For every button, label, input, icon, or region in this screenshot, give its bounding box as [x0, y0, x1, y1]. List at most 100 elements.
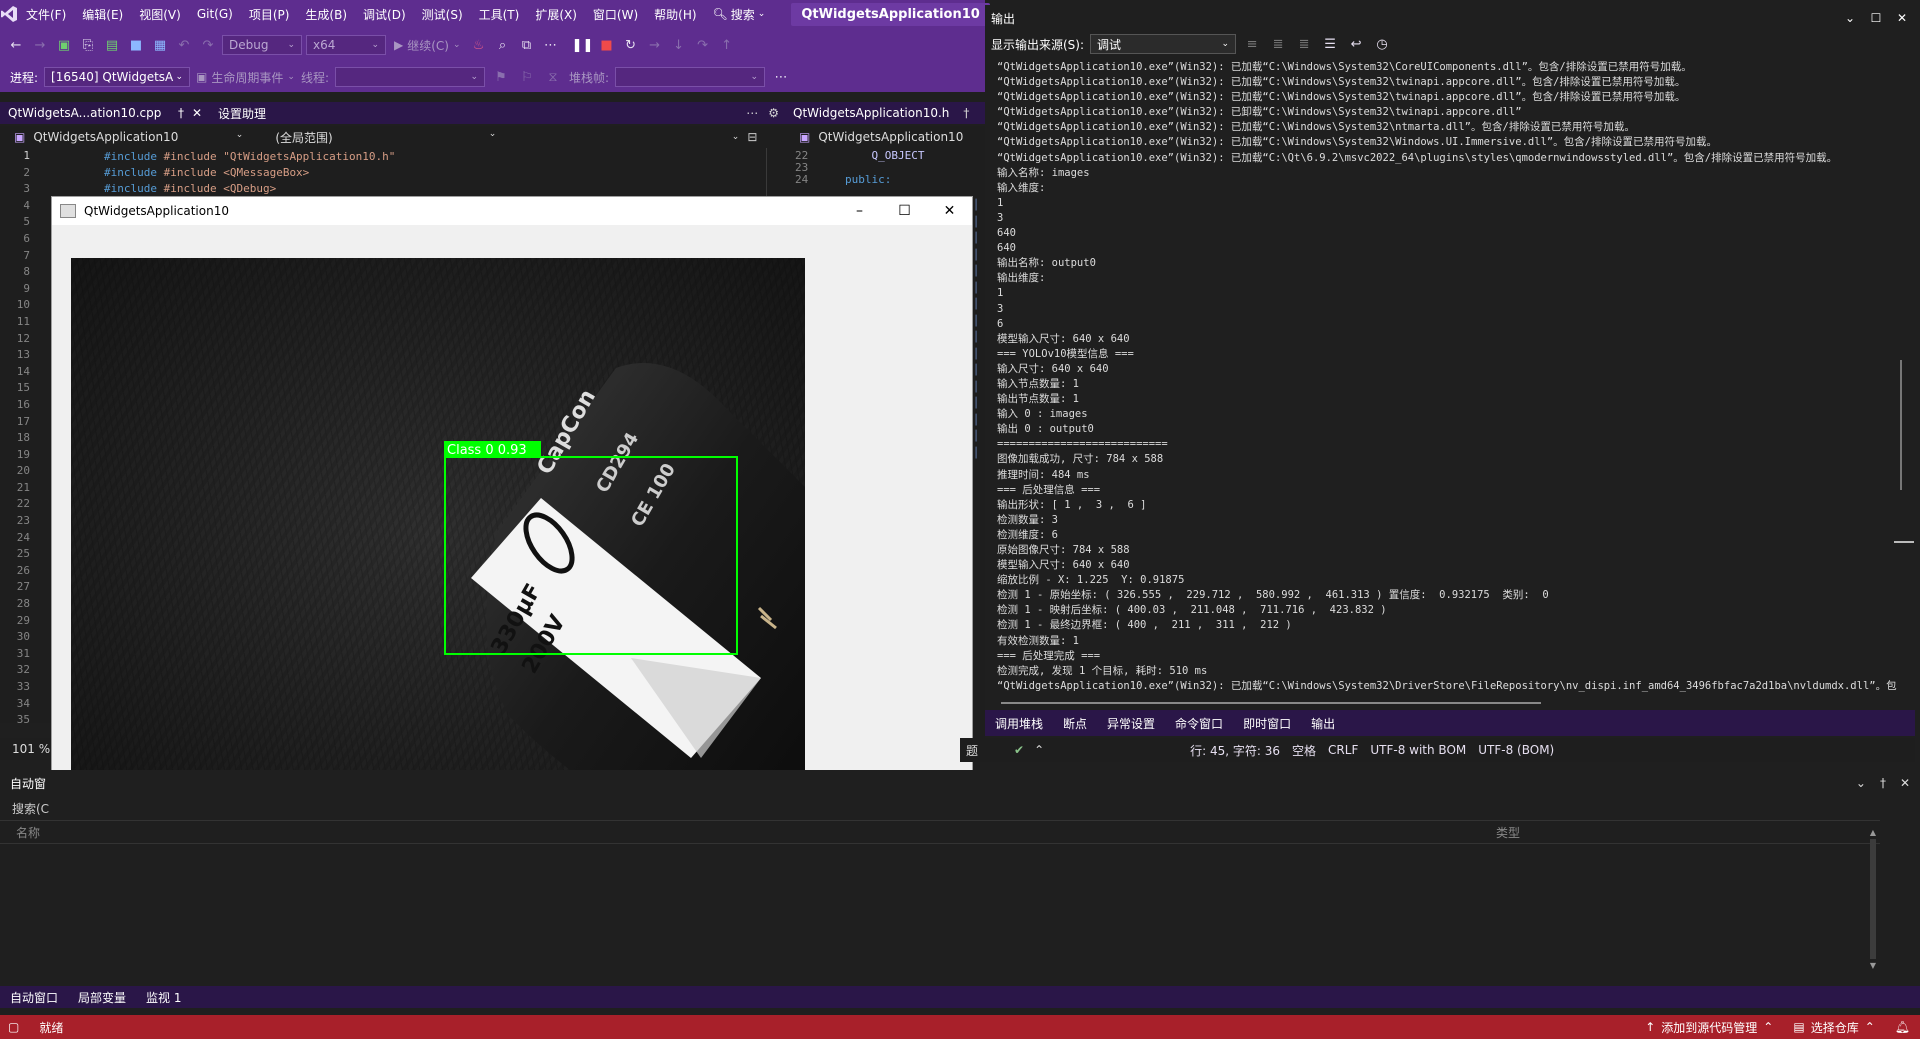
- output-tab[interactable]: 输出: [1301, 715, 1345, 732]
- output-tab[interactable]: 断点: [1053, 715, 1097, 732]
- output-tab[interactable]: 调用堆栈: [985, 715, 1053, 732]
- undo-icon[interactable]: ↶: [174, 35, 194, 55]
- menu-build[interactable]: 生成(B): [297, 6, 355, 23]
- code-area[interactable]: Q_OBJECT public:: [845, 150, 924, 186]
- zoom-level[interactable]: 101 %: [12, 742, 50, 756]
- menu-extensions[interactable]: 扩展(X): [527, 6, 585, 23]
- flag-all-icon[interactable]: ⚐: [517, 67, 537, 87]
- filter-threads-icon[interactable]: ⧖: [543, 67, 563, 87]
- line-ending[interactable]: CRLF: [1322, 743, 1364, 757]
- col-name[interactable]: 名称: [0, 824, 40, 841]
- word-wrap-icon[interactable]: ↩: [1346, 34, 1366, 54]
- menu-edit[interactable]: 编辑(E): [74, 6, 131, 23]
- cursor-position[interactable]: 行: 45, 字符: 36: [1184, 742, 1286, 759]
- configuration-select[interactable]: Debug ⌄: [222, 35, 302, 55]
- navigate-back-icon[interactable]: ←: [6, 35, 26, 55]
- hot-reload-icon[interactable]: ♨: [469, 35, 489, 55]
- chevron-down-icon[interactable]: ▼: [1868, 961, 1878, 970]
- menu-help[interactable]: 帮助(H): [646, 6, 704, 23]
- pin-icon[interactable]: †: [1880, 776, 1886, 794]
- new-file-icon[interactable]: ⎘: [78, 35, 98, 55]
- gear-icon[interactable]: ⚙: [768, 106, 779, 120]
- step-out-icon[interactable]: ↑: [717, 35, 737, 55]
- select-repository-button[interactable]: ▤ 选择仓库 ⌃: [1783, 1019, 1884, 1036]
- tab-autos[interactable]: 自动窗口: [0, 989, 68, 1006]
- header-scope-value[interactable]: QtWidgetsApplication10: [818, 130, 963, 144]
- output-source-select[interactable]: 调试 ⌄: [1090, 34, 1237, 54]
- tab-watch-1[interactable]: 监视 1: [136, 989, 191, 1006]
- scrollbar-thumb[interactable]: [1900, 360, 1902, 490]
- step-over-icon[interactable]: ↷: [693, 35, 713, 55]
- global-scope-select[interactable]: (全局范围) ⌄: [251, 129, 496, 146]
- menu-debug[interactable]: 调试(D): [355, 6, 414, 23]
- stack-frame-select[interactable]: ⌄: [615, 67, 766, 87]
- close-icon[interactable]: ✕: [192, 106, 202, 120]
- clear-all-icon[interactable]: ☰: [1320, 34, 1340, 54]
- thread-select[interactable]: ⌄: [335, 67, 485, 87]
- timestamp-icon[interactable]: ◷: [1372, 34, 1392, 54]
- visual-studio-logo-icon[interactable]: [0, 0, 18, 28]
- continue-button[interactable]: ▶ 继续(C) ⌄: [390, 37, 465, 54]
- split-editor-icon[interactable]: ⊟: [747, 130, 757, 144]
- close-icon[interactable]: ✕: [927, 203, 972, 219]
- scrollbar-thumb[interactable]: [1870, 839, 1876, 959]
- file-encoding[interactable]: UTF-8 with BOM: [1364, 743, 1472, 757]
- diagnostic-tools-icon[interactable]: ⌕: [493, 35, 513, 55]
- notifications-icon[interactable]: 🔔︎: [1885, 1020, 1920, 1034]
- new-project-icon[interactable]: ▣: [54, 35, 74, 55]
- panel-splitter-mark[interactable]: [1894, 541, 1914, 543]
- output-hscrollbar[interactable]: [1001, 702, 1541, 704]
- tab-cpp-file[interactable]: QtWidgetsA...ation10.cpp † ✕: [0, 102, 210, 124]
- qt-titlebar[interactable]: QtWidgetsApplication10 – ☐ ✕: [52, 197, 972, 225]
- project-scope-select[interactable]: QtWidgetsApplication10 ⌄: [33, 130, 243, 144]
- output-tab[interactable]: 即时窗口: [1233, 715, 1301, 732]
- redo-icon[interactable]: ↷: [198, 35, 218, 55]
- member-select[interactable]: ⌄: [504, 132, 740, 142]
- output-scrollbar[interactable]: [1897, 60, 1905, 700]
- menu-file[interactable]: 文件(F): [18, 6, 74, 23]
- process-select[interactable]: [16540] QtWidgetsA ⌄: [44, 67, 191, 87]
- next-message-icon[interactable]: ≣: [1294, 34, 1314, 54]
- maximize-icon[interactable]: ☐: [882, 203, 927, 219]
- col-type[interactable]: 类型: [1496, 824, 1520, 841]
- chevron-down-icon[interactable]: ⌄: [1856, 776, 1866, 794]
- chevron-down-icon[interactable]: ⌄: [1837, 11, 1863, 25]
- lifecycle-events-button[interactable]: ▣ 生命周期事件 ⌄: [196, 69, 295, 86]
- minimize-icon[interactable]: –: [837, 203, 882, 219]
- browser-link-icon[interactable]: ⧉: [517, 35, 537, 55]
- navigate-forward-icon[interactable]: →: [30, 35, 50, 55]
- restart-icon[interactable]: ↻: [621, 35, 641, 55]
- output-titlebar[interactable]: 输出 ⌄ ☐ ✕: [985, 5, 1915, 31]
- more-icon[interactable]: ⋯: [746, 106, 758, 120]
- output-tab[interactable]: 命令窗口: [1165, 715, 1233, 732]
- autos-search[interactable]: 搜索(C: [0, 796, 1880, 820]
- issues-label[interactable]: 题: [960, 742, 984, 759]
- tab-header-label[interactable]: QtWidgetsApplication10.h: [793, 106, 949, 120]
- file-encoding-alt[interactable]: UTF-8 (BOM): [1472, 743, 1560, 757]
- add-to-source-control-button[interactable]: ↑ 添加到源代码管理 ⌃: [1635, 1019, 1783, 1036]
- search-menu[interactable]: 🔍︎ 搜索 ⌄: [705, 6, 774, 23]
- menu-project[interactable]: 项目(P): [241, 6, 298, 23]
- chevron-up-icon[interactable]: ⌃: [1034, 743, 1044, 757]
- tab-setup-assistant[interactable]: 设置助理: [210, 102, 275, 124]
- maximize-icon[interactable]: ☐: [1863, 11, 1889, 25]
- tab-locals[interactable]: 局部变量: [68, 989, 136, 1006]
- platform-select[interactable]: x64 ⌄: [306, 35, 386, 55]
- menu-window[interactable]: 窗口(W): [585, 6, 646, 23]
- step-into-icon[interactable]: ↓: [669, 35, 689, 55]
- pin-icon[interactable]: †: [963, 106, 969, 120]
- menu-test[interactable]: 测试(S): [414, 6, 471, 23]
- find-message-icon[interactable]: ≡: [1242, 34, 1262, 54]
- save-icon[interactable]: ■: [126, 35, 146, 55]
- output-text-area[interactable]: “QtWidgetsApplication10.exe”(Win32): 已加载…: [997, 60, 1897, 703]
- more-icon[interactable]: ⋯: [771, 67, 791, 87]
- show-next-statement-icon[interactable]: →: [645, 35, 665, 55]
- menu-view[interactable]: 视图(V): [131, 6, 189, 23]
- open-folder-icon[interactable]: ▤: [102, 35, 122, 55]
- menu-git[interactable]: Git(G): [189, 7, 241, 21]
- code-area[interactable]: #include #include "QtWidgetsApplication1…: [104, 149, 744, 197]
- close-icon[interactable]: ✕: [1889, 11, 1915, 25]
- flag-thread-icon[interactable]: ⚑: [491, 67, 511, 87]
- autos-scrollbar[interactable]: ▲ ▼: [1868, 828, 1878, 978]
- stop-icon[interactable]: ■: [597, 35, 617, 55]
